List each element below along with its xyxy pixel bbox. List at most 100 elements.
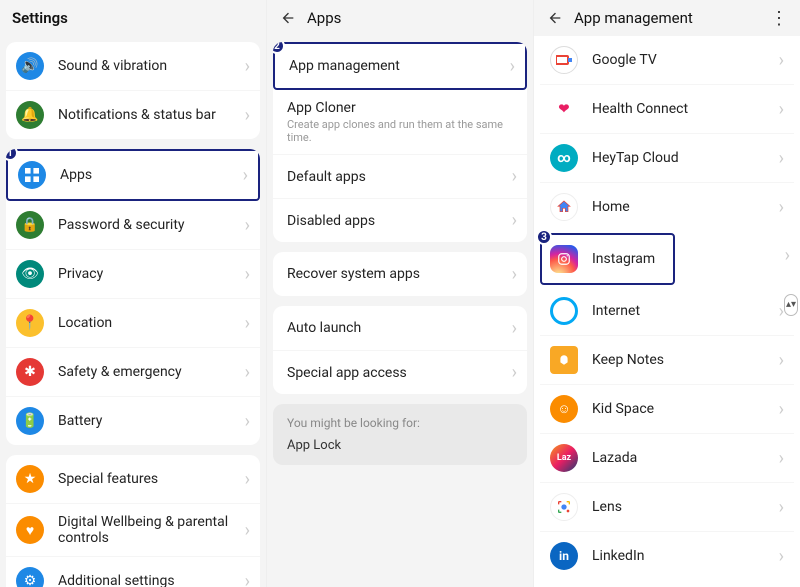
apps-group-3: Auto launch › Special app access › <box>273 306 527 394</box>
instagram-icon <box>550 245 578 273</box>
app-row-heytap-cloud[interactable]: ∞ HeyTap Cloud › <box>540 133 794 182</box>
chevron-right-icon: › <box>245 520 250 541</box>
chevron-right-icon: › <box>779 99 784 120</box>
row-digital-wellbeing[interactable]: ♥ Digital Wellbeing & parental controls … <box>6 503 260 556</box>
app-row-keep-notes[interactable]: Keep Notes › <box>540 335 794 384</box>
back-button[interactable] <box>279 9 297 27</box>
app-row-google-tv[interactable]: Google TV › <box>540 36 794 84</box>
row-app-cloner[interactable]: App Cloner Create app clones and run the… <box>273 90 527 154</box>
gear-icon: ⚙ <box>16 567 44 587</box>
row-additional-settings[interactable]: ⚙ Additional settings › <box>6 556 260 587</box>
scroll-indicator[interactable]: ▴▾ <box>784 294 798 316</box>
label: Home <box>592 199 779 215</box>
label: Sound & vibration <box>58 58 245 74</box>
hint-app-lock[interactable]: App Lock <box>287 438 513 453</box>
row-password-security[interactable]: 🔒 Password & security › <box>6 201 260 249</box>
row-app-management[interactable]: App management › <box>275 44 525 88</box>
chevron-right-icon: › <box>510 56 515 77</box>
row-notifications[interactable]: 🔔 Notifications & status bar › <box>6 90 260 139</box>
row-apps[interactable]: Apps › <box>8 151 258 199</box>
label: Apps <box>60 167 243 183</box>
settings-content[interactable]: 🔊 Sound & vibration › 🔔 Notifications & … <box>0 36 266 587</box>
row-safety-emergency[interactable]: ✱ Safety & emergency › <box>6 347 260 396</box>
label: Additional settings <box>58 573 245 587</box>
lazada-icon: Laz <box>550 444 578 472</box>
chevron-right-icon: › <box>779 448 784 469</box>
chevron-right-icon: › <box>512 210 517 231</box>
apps-title: Apps <box>307 9 341 27</box>
chevron-right-icon: › <box>245 264 250 285</box>
label: LinkedIn <box>592 548 779 564</box>
pin-icon: 📍 <box>16 309 44 337</box>
chevron-right-icon: › <box>779 350 784 371</box>
app-row-instagram[interactable]: Instagram <box>542 235 673 283</box>
chevron-right-icon: › <box>779 197 784 218</box>
back-button[interactable] <box>546 9 564 27</box>
settings-group-apps: 1 Apps › 🔒 Password & security › 👁 Priva… <box>6 149 260 445</box>
chevron-right-icon: › <box>779 399 784 420</box>
chevron-right-icon: › <box>245 105 250 126</box>
keep-notes-icon <box>550 346 578 374</box>
row-recover-system-apps[interactable]: Recover system apps › <box>273 252 527 296</box>
chevron-right-icon: › <box>245 362 250 383</box>
row-disabled-apps[interactable]: Disabled apps › <box>273 198 527 242</box>
row-battery[interactable]: 🔋 Battery › <box>6 396 260 445</box>
more-menu-icon[interactable]: ⋮ <box>770 8 788 29</box>
label: Internet <box>592 303 779 319</box>
heart-icon: ♥ <box>16 516 44 544</box>
row-location[interactable]: 📍 Location › <box>6 298 260 347</box>
lock-icon: 🔒 <box>16 211 44 239</box>
apps-content[interactable]: 2 App management › App Cloner Create app… <box>267 36 533 587</box>
row-special-features[interactable]: ★ Special features › <box>6 455 260 503</box>
label: Safety & emergency <box>58 364 245 380</box>
chevron-right-icon: › <box>243 165 248 186</box>
label: Recover system apps <box>287 266 512 282</box>
app-row-kid-space[interactable]: ☺ Kid Space › <box>540 384 794 433</box>
google-home-icon <box>550 193 578 221</box>
app-management-pane: App management ⋮ Google TV › ❤ Health Co… <box>533 0 800 587</box>
settings-title: Settings <box>12 9 68 27</box>
label: Special features <box>58 471 245 487</box>
app-row-linkedin[interactable]: in LinkedIn › <box>540 531 794 580</box>
label: Health Connect <box>592 101 779 117</box>
chevron-right-icon: › <box>245 215 250 236</box>
sound-icon: 🔊 <box>16 52 44 80</box>
google-tv-icon <box>550 46 578 74</box>
apps-icon <box>18 161 46 189</box>
asterisk-icon: ✱ <box>16 358 44 386</box>
app-row-lens[interactable]: Lens › <box>540 482 794 531</box>
apps-pane: Apps 2 App management › App Cloner Creat… <box>266 0 533 587</box>
label: Digital Wellbeing & parental controls <box>58 514 245 546</box>
chevron-right-icon: › <box>779 50 784 71</box>
app-row-internet[interactable]: Internet › <box>540 287 794 335</box>
chevron-right-icon: › <box>245 56 250 77</box>
hint-box: You might be looking for: App Lock <box>273 404 527 465</box>
linkedin-icon: in <box>550 542 578 570</box>
chevron-right-icon: › <box>512 166 517 187</box>
app-row-lazada[interactable]: Laz Lazada › <box>540 433 794 482</box>
row-default-apps[interactable]: Default apps › <box>273 154 527 198</box>
app-mgmt-header: App management ⋮ <box>534 0 800 36</box>
label: Password & security <box>58 217 245 233</box>
app-row-home[interactable]: Home › <box>540 182 794 231</box>
settings-header: Settings <box>0 0 266 36</box>
row-sound-vibration[interactable]: 🔊 Sound & vibration › <box>6 42 260 90</box>
row-auto-launch[interactable]: Auto launch › <box>273 306 527 350</box>
row-special-app-access[interactable]: Special app access › <box>273 350 527 394</box>
app-mgmt-title: App management <box>574 9 693 27</box>
label: Lens <box>592 499 779 515</box>
row-privacy[interactable]: 👁 Privacy › <box>6 249 260 298</box>
sublabel: Create app clones and run them at the sa… <box>287 118 517 144</box>
apps-group-2: Recover system apps › <box>273 252 527 296</box>
chevron-right-icon: › <box>512 318 517 339</box>
app-row-health-connect[interactable]: ❤ Health Connect › <box>540 84 794 133</box>
label: HeyTap Cloud <box>592 150 779 166</box>
chevron-right-icon: › <box>785 245 790 266</box>
label: Location <box>58 315 245 331</box>
label: Google TV <box>592 52 779 68</box>
battery-icon: 🔋 <box>16 407 44 435</box>
hint-title: You might be looking for: <box>287 416 513 430</box>
heytap-cloud-icon: ∞ <box>550 144 578 172</box>
label: Battery <box>58 413 245 429</box>
app-mgmt-content[interactable]: Google TV › ❤ Health Connect › ∞ HeyTap … <box>534 36 800 587</box>
